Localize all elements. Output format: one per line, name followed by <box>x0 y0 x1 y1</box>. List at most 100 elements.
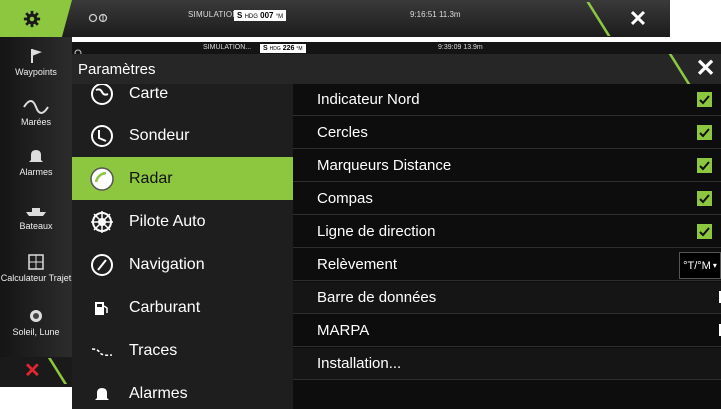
option-marpa[interactable]: MARPA <box>293 315 721 347</box>
sun-icon <box>30 310 42 322</box>
option-label: Compas <box>317 190 373 207</box>
option-label: Marqueurs Distance <box>317 157 452 174</box>
bg-time: 9:16:51 <box>410 10 437 19</box>
sidebar-item-label: Alarmes <box>19 167 53 177</box>
bell-icon <box>29 150 43 162</box>
dialog-title-bar <box>72 54 721 84</box>
trail-icon <box>86 335 118 367</box>
cercles-checkbox[interactable] <box>697 125 712 140</box>
chart-globe-icon <box>86 84 118 110</box>
helm-wheel-icon <box>86 206 118 238</box>
option-label: Indicateur Nord <box>317 91 420 108</box>
sidebar-item-bateaux[interactable]: Bateaux <box>0 197 72 247</box>
close-icon: ✕ <box>695 55 716 82</box>
calculator-icon <box>28 254 44 270</box>
dialog-time: 9:39:09 <box>438 44 462 51</box>
bg-close-button[interactable]: ✕ <box>617 6 659 32</box>
settings-gear-button[interactable] <box>0 0 72 37</box>
bg-hdg-value: 007 <box>260 11 274 20</box>
bg-hdg-unit: °M <box>275 14 284 20</box>
indicateur-nord-checkbox[interactable] <box>697 92 712 107</box>
option-marqueurs-distance[interactable]: Marqueurs Distance <box>293 150 721 182</box>
dialog-hdg-value: 226 <box>282 45 295 52</box>
dialog-close-button[interactable]: ✕ <box>690 55 721 83</box>
radar-options-list: Indicateur Nord Cercles Marqueurs Distan… <box>293 84 721 409</box>
page-title: Paramètres <box>78 61 156 78</box>
option-installation[interactable]: Installation... <box>293 348 721 380</box>
checkmark-icon <box>699 194 710 204</box>
bg-distance: 11.3m <box>438 10 461 19</box>
option-indicateur-nord[interactable]: Indicateur Nord <box>293 84 721 116</box>
dialog-status-bar <box>72 42 721 54</box>
ligne-de-direction-checkbox[interactable] <box>697 224 712 239</box>
category-navigation[interactable]: Navigation <box>72 243 293 286</box>
sidebar-item-alarmes[interactable]: Alarmes <box>0 143 72 193</box>
category-label: Navigation <box>129 255 205 273</box>
category-label: Carte <box>129 84 169 102</box>
checkmark-icon <box>699 95 710 105</box>
chevron-down-icon: ▾ <box>712 261 717 270</box>
radar-icon <box>86 163 118 195</box>
sidebar-item-label: Waypoints <box>15 67 57 77</box>
dialog-hdg-prefix: S <box>263 45 268 52</box>
option-label: Cercles <box>317 124 368 141</box>
category-carburant[interactable]: Carburant <box>72 286 293 329</box>
sonar-icon <box>86 120 118 152</box>
background-sidebar: Waypoints Marées Alarmes Bateaux Calcula… <box>0 37 72 377</box>
compass-icon <box>86 249 118 281</box>
dialog-status-dot <box>74 44 82 57</box>
bg-exit-button[interactable]: ✕ <box>24 358 41 383</box>
checkmark-icon <box>699 128 710 138</box>
bell-icon <box>86 378 118 409</box>
bg-hdg-prefix: S <box>237 11 243 20</box>
option-cercles[interactable]: Cercles <box>293 117 721 149</box>
option-label: MARPA <box>317 322 370 339</box>
option-label: Ligne de direction <box>317 223 436 240</box>
category-traces[interactable]: Traces <box>72 329 293 372</box>
category-carte[interactable]: Carte <box>72 84 293 115</box>
dialog-hdg-unit: °M <box>296 46 303 52</box>
compas-checkbox[interactable] <box>697 191 712 206</box>
option-ligne-de-direction[interactable]: Ligne de direction <box>293 216 721 248</box>
settings-category-list: Carte Sondeur Radar Pilote Auto Navigati… <box>72 84 293 409</box>
fuel-pump-icon <box>86 292 118 324</box>
option-label: Barre de données <box>317 289 437 306</box>
option-barre-de-donnees[interactable]: Barre de données <box>293 282 721 314</box>
category-sondeur[interactable]: Sondeur <box>72 114 293 157</box>
sidebar-item-marees[interactable]: Marées <box>0 93 72 143</box>
sidebar-item-soleil-lune[interactable]: Soleil, Lune <box>0 303 72 353</box>
bg-heading-badge: S HDG 007 °M <box>234 10 287 21</box>
option-compas[interactable]: Compas <box>293 183 721 215</box>
bg-hdg-label: HDG <box>244 14 258 20</box>
category-pilote-auto[interactable]: Pilote Auto <box>72 200 293 243</box>
category-label: Carburant <box>129 298 201 316</box>
close-icon: ✕ <box>628 6 648 31</box>
sidebar-item-calculateur[interactable]: Calculateur Trajet <box>0 249 72 299</box>
sidebar-item-label: Soleil, Lune <box>12 327 60 337</box>
category-alarmes[interactable]: Alarmes <box>72 372 293 409</box>
sidebar-item-waypoints[interactable]: Waypoints <box>0 43 72 93</box>
marqueurs-distance-checkbox[interactable] <box>697 158 712 173</box>
category-label: Sondeur <box>129 126 190 144</box>
category-label: Alarmes <box>129 384 188 402</box>
option-label: Installation... <box>317 355 402 372</box>
bg-status-dots <box>88 10 110 23</box>
category-label: Pilote Auto <box>129 212 206 230</box>
dialog-hdg-label: HDG <box>269 46 281 52</box>
dialog-time-readout: 9:39:09 13.9m <box>438 44 483 51</box>
sidebar-item-label: Bateaux <box>19 221 53 231</box>
sidebar-item-label: Marées <box>20 117 51 127</box>
checkmark-icon <box>699 227 710 237</box>
option-relevement[interactable]: Relèvement °T/°M ▾ <box>293 249 721 281</box>
close-icon: ✕ <box>24 360 41 382</box>
boat-icon <box>26 208 46 216</box>
category-radar[interactable]: Radar <box>72 157 293 200</box>
screen: SIMULATION... S HDG 007 °M 9:16:51 11.3m… <box>0 0 721 409</box>
gear-icon <box>23 10 41 27</box>
option-label: Relèvement <box>317 256 398 273</box>
dialog-heading-badge: S HDG 226 °M <box>260 44 306 53</box>
flag-icon <box>31 49 42 63</box>
category-label: Traces <box>129 341 178 359</box>
dialog-distance: 13.9m <box>463 44 483 51</box>
relevement-dropdown[interactable]: °T/°M ▾ <box>679 252 721 279</box>
